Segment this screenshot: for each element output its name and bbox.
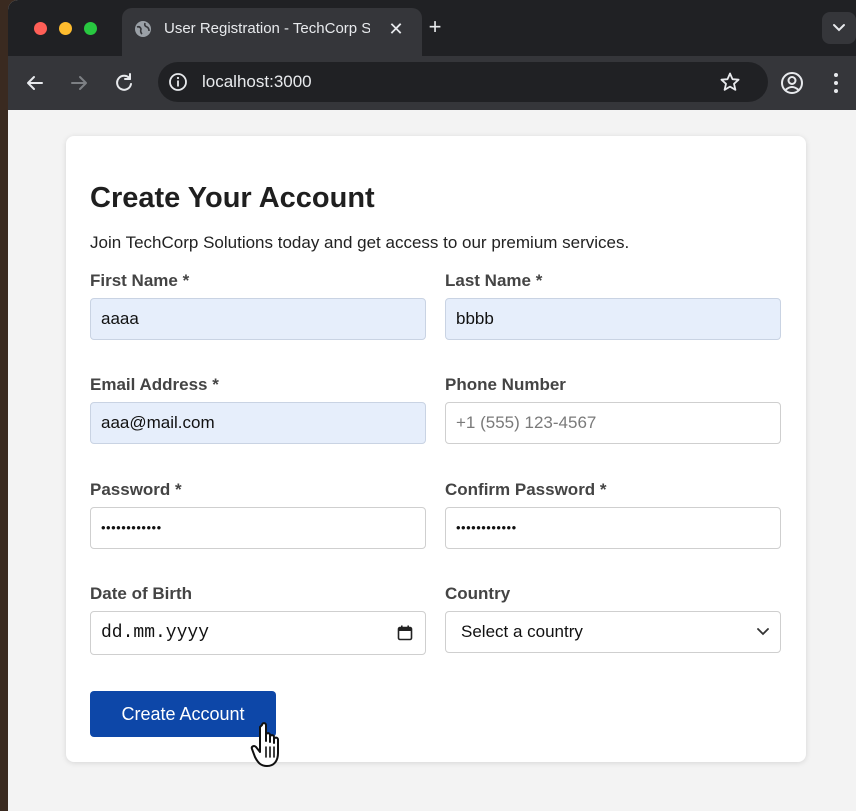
confirm-password-input[interactable]: •••••••••••• [445, 507, 781, 549]
chevron-down-icon [757, 628, 769, 636]
minimize-window-button[interactable] [59, 22, 72, 35]
chevron-down-icon [833, 24, 845, 32]
phone-placeholder: +1 (555) 123-4567 [456, 413, 597, 432]
password-input[interactable]: •••••••••••• [90, 507, 426, 549]
hand-pointer-cursor-icon [250, 722, 279, 767]
bookmark-star-icon[interactable] [719, 71, 741, 93]
browser-toolbar: localhost:3000 [8, 56, 856, 110]
last-name-group: Last Name * bbbb [445, 271, 781, 340]
password-label: Password * [90, 480, 182, 499]
confirm-password-group: Confirm Password * •••••••••••• [445, 480, 781, 549]
last-name-input[interactable]: bbbb [445, 298, 781, 340]
calendar-icon[interactable] [397, 625, 413, 641]
info-icon[interactable] [168, 72, 188, 92]
first-name-input[interactable]: aaaa [90, 298, 426, 340]
last-name-label: Last Name * [445, 271, 543, 290]
close-window-button[interactable] [34, 22, 47, 35]
confirm-password-label: Confirm Password * [445, 480, 607, 499]
address-bar[interactable]: localhost:3000 [158, 62, 768, 102]
country-select[interactable]: Select a country [445, 611, 781, 653]
close-tab-icon[interactable]: ✕ [384, 17, 408, 41]
page-title: Create Your Account [90, 182, 375, 214]
globe-icon [135, 21, 151, 37]
email-group: Email Address * aaa@mail.com [90, 375, 426, 444]
profile-icon[interactable] [779, 70, 805, 96]
first-name-group: First Name * aaaa [90, 271, 426, 340]
url-text: localhost:3000 [202, 72, 312, 91]
tab-strip: User Registration - TechCorp Solutions ✕… [8, 0, 856, 56]
browser-window: User Registration - TechCorp Solutions ✕… [8, 0, 856, 811]
dob-placeholder: dd.mm.yyyy [101, 623, 210, 643]
email-input[interactable]: aaa@mail.com [90, 402, 426, 444]
page-viewport: Create Your Account Join TechCorp Soluti… [8, 110, 856, 811]
reload-icon[interactable] [111, 70, 137, 96]
page-subtitle: Join TechCorp Solutions today and get ac… [90, 233, 630, 252]
phone-label: Phone Number [445, 375, 566, 394]
registration-card: Create Your Account Join TechCorp Soluti… [66, 136, 806, 762]
phone-group: Phone Number +1 (555) 123-4567 [445, 375, 781, 444]
dob-label: Date of Birth [90, 584, 192, 603]
tab-search-button[interactable] [822, 12, 856, 44]
new-tab-button[interactable]: + [422, 14, 448, 40]
forward-arrow-icon[interactable] [66, 70, 92, 96]
tab-active[interactable]: User Registration - TechCorp Solutions ✕ [122, 8, 422, 56]
country-label: Country [445, 584, 511, 603]
kebab-menu-icon[interactable] [823, 70, 849, 96]
maximize-window-button[interactable] [84, 22, 97, 35]
phone-input[interactable]: +1 (555) 123-4567 [445, 402, 781, 444]
password-group: Password * •••••••••••• [90, 480, 426, 549]
email-label: Email Address * [90, 375, 219, 394]
first-name-label: First Name * [90, 271, 190, 290]
tab-title: User Registration - TechCorp Solutions [164, 20, 370, 37]
country-group: Country Select a country [445, 584, 781, 653]
dob-group: Date of Birth dd.mm.yyyy [90, 584, 426, 655]
country-selected-value: Select a country [461, 622, 583, 641]
back-arrow-icon[interactable] [22, 70, 48, 96]
create-account-button[interactable]: Create Account [90, 691, 276, 737]
dob-input[interactable]: dd.mm.yyyy [90, 611, 426, 655]
